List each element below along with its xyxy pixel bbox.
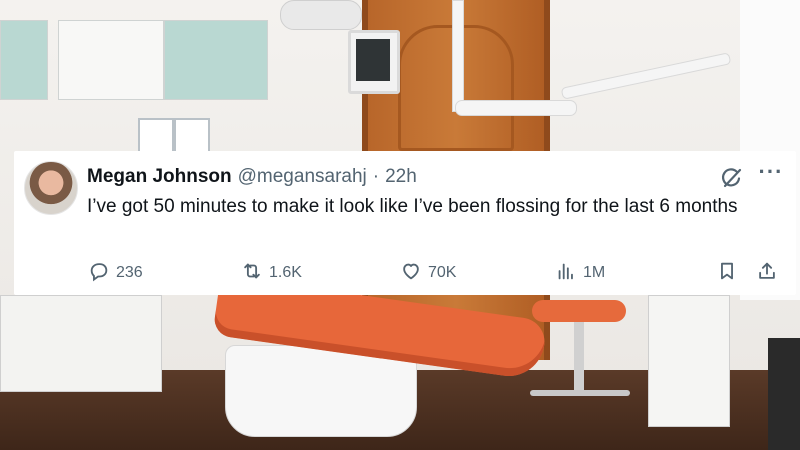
dental-lamp (280, 0, 362, 30)
tweet-header: Megan Johnson @megansarahj · 22h (87, 165, 417, 189)
author-name[interactable]: Megan Johnson (87, 166, 232, 188)
header-separator: · (372, 166, 380, 187)
tweet-timestamp[interactable]: 22h (385, 166, 417, 188)
upper-cabinet (58, 20, 164, 100)
author-handle[interactable]: @megansarahj (238, 166, 367, 188)
avatar[interactable] (24, 161, 78, 215)
retweet-count: 1.6K (269, 264, 302, 281)
heart-icon (400, 260, 422, 287)
lamp-arm (455, 100, 577, 116)
bookmark-icon (716, 260, 738, 287)
stool-base (530, 390, 630, 396)
monitor-screen (356, 39, 390, 81)
lamp-arm (452, 0, 464, 112)
more-icon[interactable]: ··· (758, 161, 784, 187)
stool-post (574, 322, 584, 392)
share-button[interactable] (756, 259, 778, 287)
reply-count: 236 (116, 264, 143, 281)
like-button[interactable]: 70K (400, 259, 456, 287)
lower-cabinet (648, 295, 730, 427)
reply-button[interactable]: 236 (88, 259, 143, 287)
upper-cabinet (164, 20, 268, 100)
dark-panel (768, 338, 800, 450)
views-button[interactable]: 1M (555, 259, 605, 287)
upper-cabinet (0, 20, 48, 100)
stool-seat (532, 300, 626, 322)
tweet-text: I’ve got 50 minutes to make it look like… (87, 196, 738, 217)
grok-icon[interactable] (720, 166, 744, 190)
tweet-card[interactable]: Megan Johnson @megansarahj · 22h ··· I’v… (14, 151, 796, 295)
analytics-icon (555, 260, 577, 287)
tweet-actions: 236 1.6K 70K 1M (14, 259, 796, 287)
lower-cabinet (0, 295, 162, 392)
like-count: 70K (428, 264, 457, 281)
bookmark-button[interactable] (716, 259, 738, 287)
reply-icon (88, 260, 110, 287)
retweet-icon (241, 260, 263, 287)
dental-monitor (348, 30, 400, 94)
retweet-button[interactable]: 1.6K (241, 259, 302, 287)
views-count: 1M (583, 264, 606, 281)
share-icon (756, 260, 778, 287)
